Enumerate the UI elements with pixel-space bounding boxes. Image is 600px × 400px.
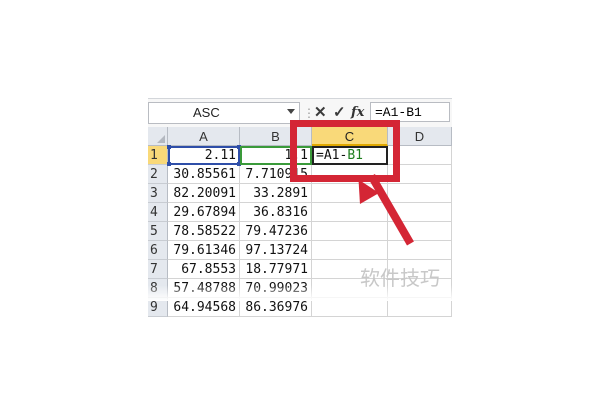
enter-icon[interactable]: ✓ (333, 103, 346, 121)
fade-overlay (140, 92, 470, 100)
cell-a2[interactable]: 30.85561 (168, 165, 240, 184)
cell-d3[interactable] (388, 184, 452, 203)
cell-a1[interactable]: 2.11 (168, 146, 240, 165)
cell-a3[interactable]: 82.20091 (168, 184, 240, 203)
cancel-icon[interactable]: ✕ (314, 103, 327, 121)
row-header-3[interactable]: 3 (148, 184, 168, 203)
chevron-down-icon[interactable] (287, 109, 295, 114)
row-header-6[interactable]: 6 (148, 241, 168, 260)
row-header-2[interactable]: 2 (148, 165, 168, 184)
ref-handle[interactable] (237, 145, 241, 149)
cell-b4[interactable]: 36.8316 (240, 203, 312, 222)
ref-handle[interactable] (167, 145, 171, 149)
row-header-5[interactable]: 5 (148, 222, 168, 241)
cell-a6[interactable]: 79.61346 (168, 241, 240, 260)
row-header-7[interactable]: 7 (148, 260, 168, 279)
ref-handle[interactable] (237, 162, 241, 166)
cell-c5[interactable] (312, 222, 388, 241)
select-all-button[interactable] (148, 127, 168, 146)
row-header-4[interactable]: 4 (148, 203, 168, 222)
cell-b5[interactable]: 79.47236 (240, 222, 312, 241)
annotation-highlight-box (290, 120, 400, 182)
ref-handle[interactable] (167, 162, 171, 166)
cell-d6[interactable] (388, 241, 452, 260)
formula-input[interactable]: =A1-B1 (370, 102, 450, 122)
watermark: 软件技巧 (360, 266, 440, 290)
insert-function-icon[interactable]: fx (351, 105, 364, 120)
cell-c4[interactable] (312, 203, 388, 222)
select-all-icon (157, 135, 165, 143)
cell-a5[interactable]: 78.58522 (168, 222, 240, 241)
name-box[interactable]: ASC (148, 102, 300, 124)
cell-b6[interactable]: 97.13724 (240, 241, 312, 260)
cell-b3[interactable]: 33.2891 (240, 184, 312, 203)
cell-a7[interactable]: 67.8553 (168, 260, 240, 279)
cell-b7[interactable]: 18.77971 (240, 260, 312, 279)
row-header-1[interactable]: 1 (148, 146, 168, 165)
cell-c6[interactable] (312, 241, 388, 260)
cell-a4[interactable]: 29.67894 (168, 203, 240, 222)
column-header-a[interactable]: A (168, 127, 240, 146)
name-box-value: ASC (193, 105, 220, 120)
